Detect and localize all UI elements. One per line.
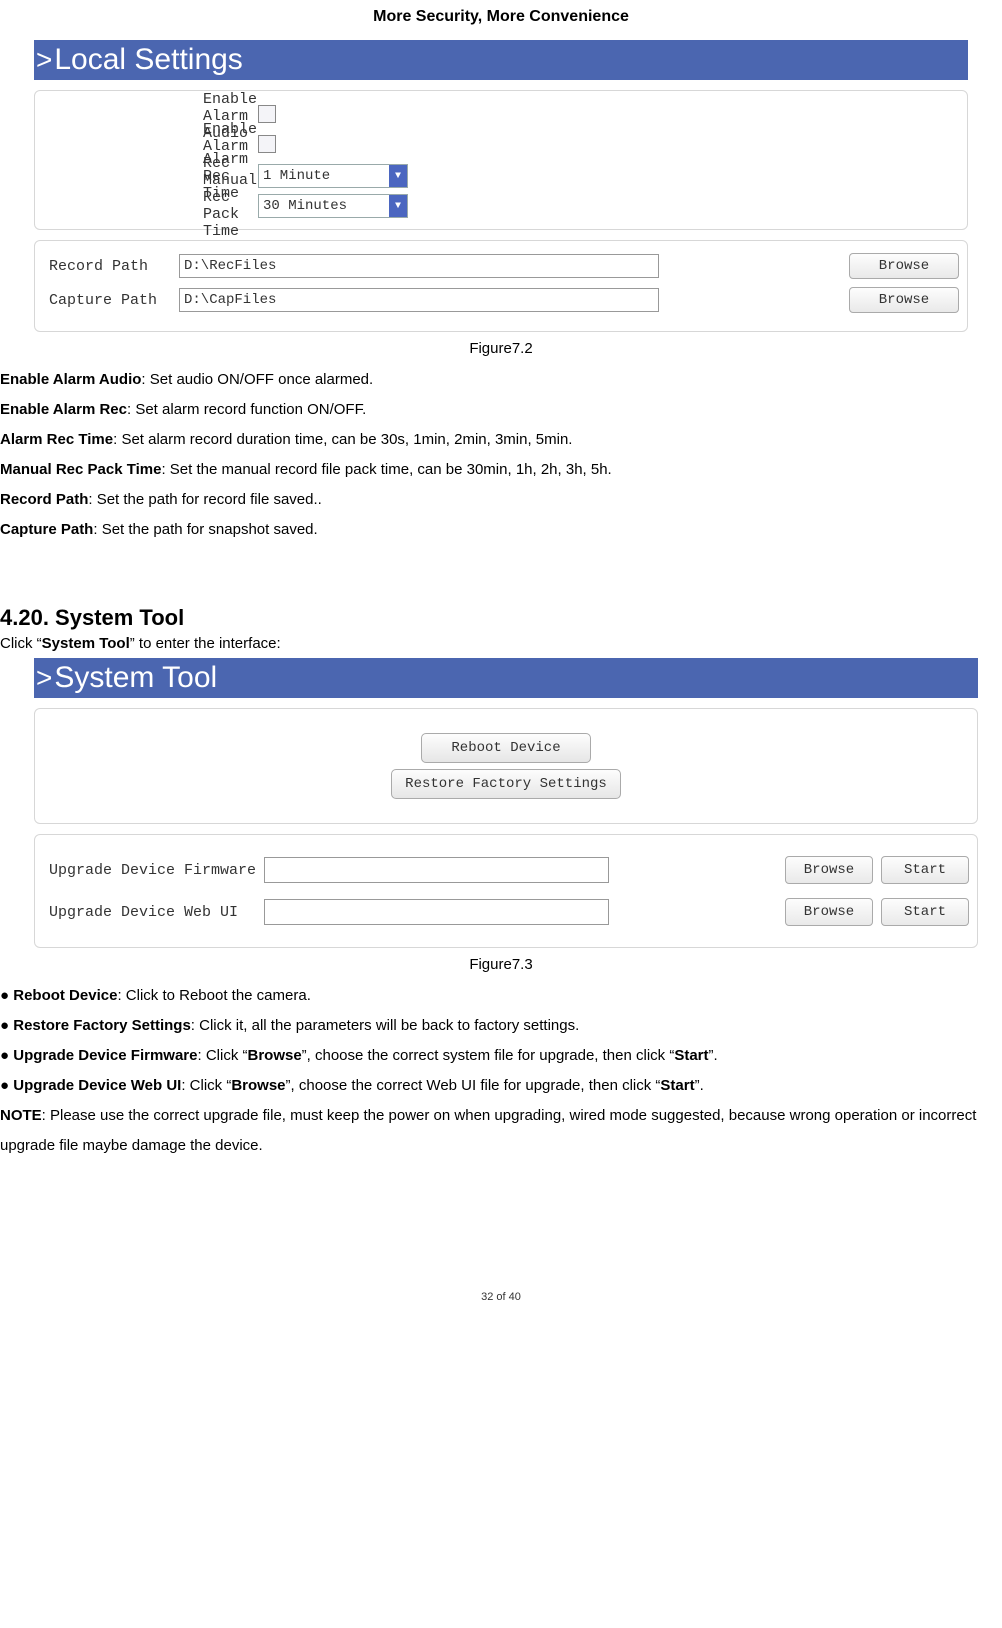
section-4-20-intro: Click “System Tool” to enter the interfa… [0,635,1002,652]
desc-upgrade-fw-t2: ”, choose the correct system file for up… [302,1047,675,1064]
figure-7-3-caption: Figure7.3 [0,956,1002,973]
desc-upgrade-ui-term: Upgrade Device Web UI [13,1077,181,1094]
chevron-down-icon: ▼ [389,195,407,217]
figure-7-2-caption: Figure7.2 [0,340,1002,357]
dropdown-manual-rec-pack-time-value: 30 Minutes [259,198,389,214]
desc-capture-path-text: : Set the path for snapshot saved. [93,521,317,538]
figure-local-settings: > Local Settings Enable Alarm Audio Enab… [0,40,1002,332]
reboot-device-button[interactable]: Reboot Device [421,733,591,763]
document-header: More Security, More Convenience [0,0,1002,40]
desc-alarm-rec-time-text: : Set alarm record duration time, can be… [113,431,572,448]
desc-alarm-rec-time-term: Alarm Rec Time [0,431,113,448]
bullet-icon: ● [0,1047,13,1064]
checkbox-enable-alarm-audio[interactable] [258,105,276,123]
browse-record-path-button[interactable]: Browse [849,253,959,279]
label-record-path: Record Path [49,258,179,275]
input-upgrade-web-ui[interactable] [264,899,609,925]
desc-record-path-text: : Set the path for record file saved.. [88,491,321,508]
input-capture-path-value: D:\CapFiles [184,292,276,308]
input-capture-path[interactable]: D:\CapFiles [179,288,659,312]
system-tool-buttons-panel: Reboot Device Restore Factory Settings [34,708,978,824]
desc-reboot-text: : Click to Reboot the camera. [117,987,310,1004]
browse-web-ui-button[interactable]: Browse [785,898,873,926]
dropdown-alarm-rec-time-value: 1 Minute [259,168,389,184]
section-4-20-heading: 4.20. System Tool [0,605,1002,631]
restore-factory-settings-button[interactable]: Restore Factory Settings [391,769,621,799]
desc-record-path-term: Record Path [0,491,88,508]
desc-upgrade-ui-t3: ”. [695,1077,704,1094]
desc-enable-alarm-rec-text: : Set alarm record function ON/OFF. [127,401,366,418]
system-tool-title-bar: > System Tool [34,658,978,698]
start-firmware-button[interactable]: Start [881,856,969,884]
system-tool-descriptions: ● Reboot Device: Click to Reboot the cam… [0,981,1002,1161]
intro-bold: System Tool [42,635,130,652]
label-capture-path: Capture Path [49,292,179,309]
bullet-icon: ● [0,1017,13,1034]
chevron-right-icon: > [36,664,52,692]
browse-firmware-button[interactable]: Browse [785,856,873,884]
local-settings-title: Local Settings [54,43,242,77]
browse-capture-path-button[interactable]: Browse [849,287,959,313]
desc-restore-term: Restore Factory Settings [13,1017,191,1034]
start-web-ui-button[interactable]: Start [881,898,969,926]
desc-upgrade-fw-t3: ”. [709,1047,718,1064]
page-footer: 32 of 40 [0,1161,1002,1303]
note-text: : Please use the correct upgrade file, m… [0,1107,976,1154]
upgrade-panel: Upgrade Device Firmware Browse Start Upg… [34,834,978,948]
intro-pre: Click “ [0,635,42,652]
note-term: NOTE [0,1107,42,1124]
chevron-right-icon: > [36,46,52,74]
desc-restore-text: : Click it, all the parameters will be b… [191,1017,579,1034]
bullet-icon: ● [0,1077,13,1094]
desc-enable-alarm-audio-text: : Set audio ON/OFF once alarmed. [141,371,373,388]
chevron-down-icon: ▼ [389,165,407,187]
desc-upgrade-ui-t1: : Click “ [181,1077,231,1094]
local-settings-controls-panel: Enable Alarm Audio Enable Alarm Rec Alar… [34,90,968,230]
input-record-path[interactable]: D:\RecFiles [179,254,659,278]
desc-manual-rec-pack-time-text: : Set the manual record file pack time, … [161,461,611,478]
desc-upgrade-fw-start: Start [674,1047,708,1064]
bullet-icon: ● [0,987,13,1004]
desc-manual-rec-pack-time-term: Manual Rec Pack Time [0,461,161,478]
intro-post: ” to enter the interface: [130,635,281,652]
label-upgrade-web-ui: Upgrade Device Web UI [49,904,264,921]
desc-upgrade-fw-browse: Browse [247,1047,301,1064]
desc-upgrade-ui-browse: Browse [231,1077,285,1094]
dropdown-alarm-rec-time[interactable]: 1 Minute ▼ [258,164,408,188]
local-settings-descriptions: Enable Alarm Audio: Set audio ON/OFF onc… [0,365,1002,545]
dropdown-manual-rec-pack-time[interactable]: 30 Minutes ▼ [258,194,408,218]
figure-system-tool: > System Tool Reboot Device Restore Fact… [0,658,1002,948]
desc-reboot-term: Reboot Device [13,987,117,1004]
system-tool-title: System Tool [54,661,217,695]
label-upgrade-firmware: Upgrade Device Firmware [49,862,264,879]
checkbox-enable-alarm-rec[interactable] [258,135,276,153]
desc-upgrade-ui-start: Start [660,1077,694,1094]
local-settings-title-bar: > Local Settings [34,40,968,80]
desc-enable-alarm-rec-term: Enable Alarm Rec [0,401,127,418]
desc-upgrade-ui-t2: ”, choose the correct Web UI file for up… [286,1077,661,1094]
paths-panel: Record Path D:\RecFiles Browse Capture P… [34,240,968,332]
label-manual-rec-pack-time: Manual Rec Pack Time [43,172,258,240]
desc-enable-alarm-audio-term: Enable Alarm Audio [0,371,141,388]
desc-upgrade-fw-term: Upgrade Device Firmware [13,1047,197,1064]
input-record-path-value: D:\RecFiles [184,258,276,274]
desc-capture-path-term: Capture Path [0,521,93,538]
desc-upgrade-fw-t1: : Click “ [197,1047,247,1064]
input-upgrade-firmware[interactable] [264,857,609,883]
